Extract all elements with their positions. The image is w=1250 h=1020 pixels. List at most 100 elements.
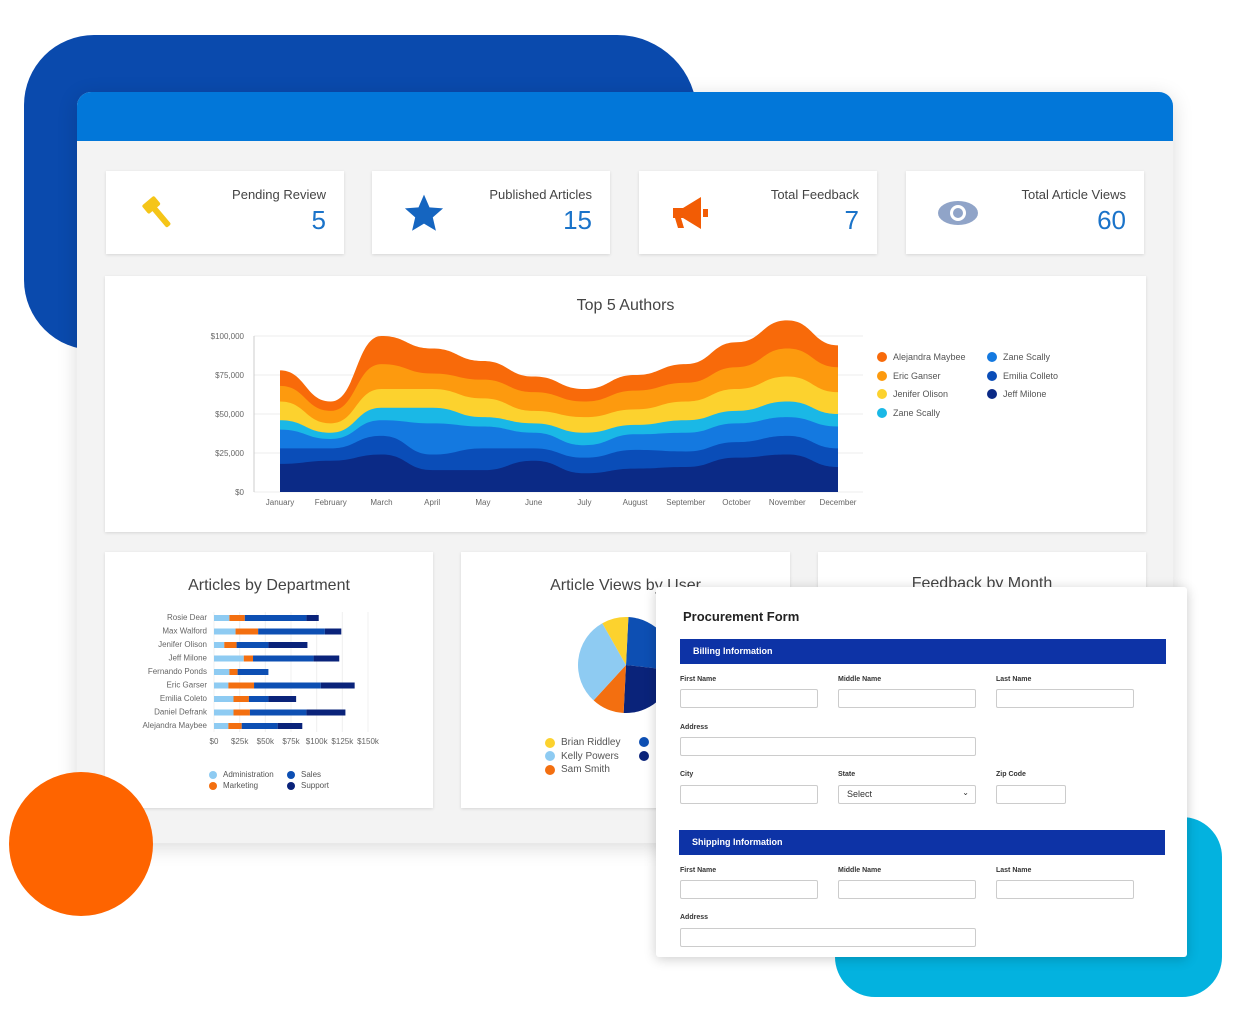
procurement-form: Procurement Form Billing Information Fir… <box>656 587 1187 957</box>
label-zip: Zip Code <box>996 771 1026 778</box>
legend-item: Zane Scally <box>877 407 940 418</box>
bar-segment-sales <box>249 709 307 716</box>
state-select-value: Select <box>847 789 873 799</box>
legend-item <box>639 750 649 761</box>
stat-label: Total Feedback <box>770 187 859 202</box>
bar-segment-administration <box>214 709 234 716</box>
x-tick-label: September <box>666 498 705 507</box>
legend-swatch <box>639 737 649 747</box>
x-tick-label: July <box>577 498 591 507</box>
stat-card: Published Articles 15 <box>372 171 610 254</box>
legend-label: Sam Smith <box>561 764 610 775</box>
legend-item: Marketing <box>209 781 258 790</box>
star-icon <box>402 191 446 235</box>
legend-item: Kelly Powers <box>545 751 619 762</box>
billing-state-select[interactable]: Select ⌄ <box>838 785 976 804</box>
y-tick-label: Daniel Defrank <box>154 708 208 717</box>
label-first-name: First Name <box>680 676 717 683</box>
gavel-icon <box>136 191 180 235</box>
billing-middle-name-input[interactable] <box>838 689 976 708</box>
eye-icon <box>936 191 980 235</box>
label-middle-name: Middle Name <box>838 676 882 683</box>
bar-segment-sales <box>254 682 321 689</box>
legend-swatch <box>545 737 555 748</box>
billing-zip-input[interactable] <box>996 785 1066 804</box>
legend-item: Emilia Colleto <box>987 370 1058 381</box>
label-middle-name: Middle Name <box>838 867 882 874</box>
shipping-address-input[interactable] <box>680 928 976 947</box>
legend-swatch <box>287 781 295 790</box>
legend-swatch <box>545 751 555 761</box>
label-last-name: Last Name <box>996 676 1032 683</box>
legend-label: Marketing <box>223 781 259 790</box>
bar-segment-marketing <box>229 669 238 675</box>
legend-swatch <box>287 770 295 779</box>
billing-section-header: Billing Information <box>680 639 1166 664</box>
bar-segment-administration <box>214 682 229 689</box>
area-chart: $0 $25,000 $50,000 $75,000 $100,000 January Fe… <box>211 320 863 507</box>
bar-segment-marketing <box>233 696 249 702</box>
x-tick-label: April <box>424 498 440 507</box>
bar-segment-administration <box>214 669 230 675</box>
y-tick-label: $50,000 <box>215 410 244 419</box>
legend-label: Jenifer Olison <box>893 389 949 399</box>
legend-swatch <box>877 389 887 399</box>
bar-segment-sales <box>253 655 314 662</box>
bar-segment-marketing <box>229 615 245 621</box>
billing-first-name-input[interactable] <box>680 689 818 708</box>
legend-item: Alejandra Maybee <box>877 352 966 362</box>
bar-segment-support <box>268 696 297 702</box>
stat-value: 60 <box>1097 205 1126 235</box>
decorative-orange-circle <box>9 772 153 916</box>
billing-city-input[interactable] <box>680 785 818 804</box>
legend-item: Jenifer Olison <box>877 389 948 399</box>
form-title: Procurement Form <box>683 609 800 624</box>
y-tick-label: $75,000 <box>215 371 244 380</box>
y-tick-label: Rosie Dear <box>167 613 207 622</box>
bar-segment-support <box>324 628 342 635</box>
label-address: Address <box>680 724 709 731</box>
billing-last-name-input[interactable] <box>996 689 1134 708</box>
legend-item: Brian Riddley <box>545 737 620 748</box>
x-tick-label: December <box>820 498 857 507</box>
stat-label: Pending Review <box>232 187 326 202</box>
legend-item: Eric Ganser <box>877 370 941 381</box>
x-tick-label: January <box>266 498 294 507</box>
bar-segment-marketing <box>228 723 242 729</box>
label-first-name: First Name <box>680 867 717 874</box>
x-tick-label: October <box>722 498 751 507</box>
y-tick-label: $0 <box>235 488 244 497</box>
bar-segment-administration <box>214 615 230 621</box>
chevron-down-icon: ⌄ <box>962 788 969 797</box>
stat-value: 15 <box>563 205 592 235</box>
bar-segment-support <box>313 655 340 662</box>
billing-address-input[interactable] <box>680 737 976 756</box>
legend-swatch <box>877 352 887 362</box>
bar-segment-administration <box>214 642 225 648</box>
x-tick-label: $50k <box>257 737 275 746</box>
stat-card: Total Feedback 7 <box>639 171 877 254</box>
legend-label: Eric Ganser <box>893 370 941 381</box>
x-tick-label: May <box>475 498 490 507</box>
bar-segment-sales <box>236 642 269 648</box>
x-tick-label: $0 <box>210 737 219 746</box>
bar-segment-administration <box>214 696 234 702</box>
legend-swatch <box>877 407 887 418</box>
label-state: State <box>838 771 856 778</box>
shipping-last-name-input[interactable] <box>996 880 1134 899</box>
bar-segment-support <box>306 615 319 621</box>
bar-segment-support <box>320 682 355 689</box>
legend-item: Support <box>287 781 329 790</box>
label-city: City <box>680 771 694 778</box>
x-tick-label: February <box>315 498 347 507</box>
shipping-middle-name-input[interactable] <box>838 880 976 899</box>
y-tick-label: Emilia Coleto <box>160 694 208 703</box>
top-authors-card: Top 5 Authors $0 $25,000 $50,000 $75,000 $10… <box>105 276 1146 532</box>
legend-label: Kelly Powers <box>561 750 619 762</box>
bar-segment-administration <box>214 723 229 729</box>
legend-swatch <box>209 781 217 790</box>
stat-label: Total Article Views <box>1021 187 1126 202</box>
legend-label: Jeff Milone <box>1003 389 1047 399</box>
shipping-first-name-input[interactable] <box>680 880 818 899</box>
legend-item: Zane Scally <box>987 352 1050 362</box>
